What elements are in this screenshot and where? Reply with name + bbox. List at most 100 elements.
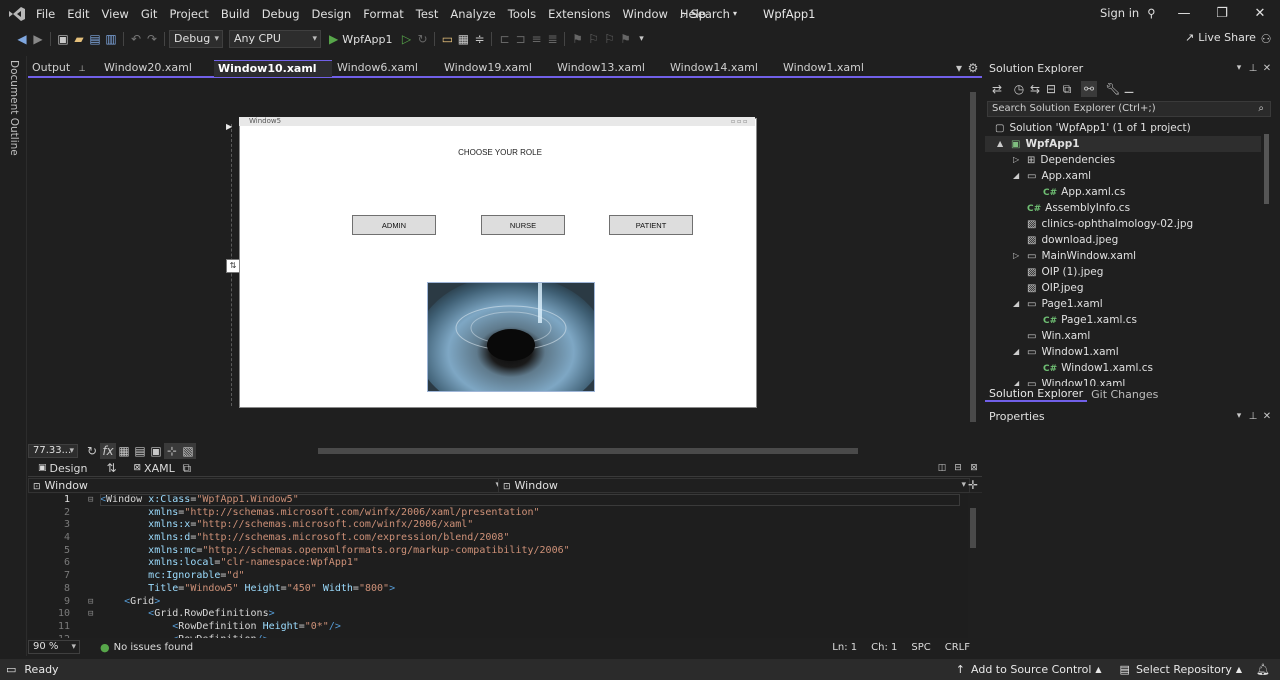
expand-arrow-icon[interactable]: ▷ — [1013, 248, 1019, 264]
tab-git-changes[interactable]: Git Changes — [1087, 388, 1162, 401]
code-line[interactable]: 6 xmlns:local="clr-namespace:WpfApp1" — [28, 557, 968, 570]
fold-toggle-icon[interactable]: ⊟ — [88, 596, 93, 609]
next-bookmark-icon[interactable]: ⚐ — [601, 31, 617, 47]
tree-item[interactable]: ◢ ▭ App.xaml — [985, 168, 1261, 184]
patient-button[interactable]: PATIENT — [609, 215, 693, 235]
nurse-button[interactable]: NURSE — [481, 215, 565, 235]
tree-item[interactable]: ▷ ▭ MainWindow.xaml — [985, 248, 1261, 264]
expand-arrow-icon[interactable]: ▷ — [1013, 152, 1019, 168]
undo-icon[interactable]: ↶ — [128, 31, 144, 47]
forward-icon[interactable]: ▶ — [30, 31, 46, 47]
vertical-split-icon[interactable]: ◫ — [934, 460, 950, 476]
close-button[interactable]: ✕ — [1241, 0, 1279, 28]
sync-icon[interactable]: ⇆ — [1027, 81, 1043, 97]
hot-reload-icon[interactable]: ↻ — [414, 31, 430, 47]
tree-item[interactable]: ▨ download.jpeg — [985, 232, 1261, 248]
clear-bookmarks-icon[interactable]: ⚑ — [617, 31, 633, 47]
tree-item[interactable]: ▲ ▣ WpfApp1 — [985, 136, 1261, 152]
save-icon[interactable]: ▤ — [87, 31, 103, 47]
expand-arrow-icon[interactable]: ▲ — [997, 136, 1003, 152]
tree-item[interactable]: ▨ OIP.jpeg — [985, 280, 1261, 296]
platform-select[interactable]: Any CPU — [229, 30, 321, 48]
tree-item[interactable]: ▨ clinics-ophthalmology-02.jpg — [985, 216, 1261, 232]
fold-toggle-icon[interactable]: ⊟ — [88, 608, 93, 621]
tree-item[interactable]: ◢ ▭ Window1.xaml — [985, 344, 1261, 360]
tree-item[interactable]: ▷ ⊞ Dependencies — [985, 152, 1261, 168]
effects-icon[interactable]: fx — [100, 443, 116, 459]
maximize-button[interactable]: ❐ — [1203, 0, 1241, 28]
xaml-code-editor[interactable]: 1 <Window x:Class="WpfApp1.Window5" 2 xmln… — [28, 494, 968, 638]
menu-git[interactable]: Git — [135, 0, 164, 28]
designer-vertical-scrollbar[interactable] — [968, 80, 978, 440]
live-share-button[interactable]: ↗ Live Share — [1185, 31, 1256, 44]
refresh-icon[interactable]: ↻ — [84, 443, 100, 459]
properties-wrench-icon[interactable]: 🔧︎ — [1105, 81, 1121, 97]
expand-arrow-icon[interactable]: ◢ — [1013, 168, 1019, 184]
layout-icon[interactable]: ▦ — [455, 31, 471, 47]
menu-debug[interactable]: Debug — [256, 0, 306, 28]
popout-icon[interactable]: ⧉ — [179, 460, 195, 476]
menu-file[interactable]: File — [30, 0, 61, 28]
save-all-icon[interactable]: ▥ — [103, 31, 119, 47]
indent-icon[interactable]: ≡ — [528, 31, 544, 47]
collapse-pane-icon[interactable]: ⊠ — [966, 460, 982, 476]
solution-explorer-search[interactable]: Search Solution Explorer (Ctrl+;) ⌕ — [987, 101, 1271, 117]
tree-item[interactable]: ▭ Win.xaml — [985, 328, 1261, 344]
tab-list-icon[interactable]: ▾ — [953, 60, 965, 76]
snap-lines-icon[interactable]: ⊹ — [164, 443, 180, 459]
tab-window13-xaml[interactable]: Window13.xaml — [553, 60, 645, 76]
outdent-icon[interactable]: ≣ — [544, 31, 560, 47]
run-button[interactable]: ▶ WpfApp1 — [329, 32, 392, 46]
start-without-debugging-icon[interactable]: ▷ — [398, 31, 414, 47]
snap-grid-icon[interactable]: ▤ — [132, 443, 148, 459]
code-line[interactable]: 1 <Window x:Class="WpfApp1.Window5" — [28, 494, 968, 507]
minimize-button[interactable]: — — [1165, 0, 1203, 28]
menu-analyze[interactable]: Analyze — [444, 0, 501, 28]
admin-button[interactable]: ADMIN — [352, 215, 436, 235]
redo-icon[interactable]: ↷ — [144, 31, 160, 47]
align-left-icon[interactable]: ⊏ — [496, 31, 512, 47]
panel-close-icon[interactable]: ✕ — [1259, 60, 1275, 76]
menu-window[interactable]: Window — [617, 0, 674, 28]
artboard-icon[interactable]: ▣ — [148, 443, 164, 459]
new-item-icon[interactable]: ▣ — [55, 31, 71, 47]
tab-window1-xaml[interactable]: Window1.xaml — [779, 60, 864, 76]
tab-window14-xaml[interactable]: Window14.xaml — [666, 60, 758, 76]
prev-bookmark-icon[interactable]: ⚐ — [585, 31, 601, 47]
device-icon[interactable]: ▧ — [180, 443, 196, 459]
tree-item[interactable]: C# Window1.xaml.cs — [985, 360, 1261, 376]
expand-arrow-icon[interactable]: ◢ — [1013, 376, 1019, 386]
menu-tools[interactable]: Tools — [502, 0, 542, 28]
feedback-icon[interactable]: ⚇ — [1258, 31, 1274, 47]
document-outline-tab[interactable]: Document Outline — [8, 60, 20, 156]
align-right-icon[interactable]: ⊐ — [512, 31, 528, 47]
horizontal-split-icon[interactable]: ⊟ — [950, 460, 966, 476]
whitespace-mode[interactable]: SPC — [911, 642, 930, 653]
select-repository-button[interactable]: Select Repository — [1136, 663, 1232, 676]
fold-toggle-icon[interactable]: ⊟ — [88, 494, 93, 507]
collapse-all-icon[interactable]: ⊟ — [1043, 81, 1059, 97]
tab-output[interactable]: Output ⊥ — [28, 60, 86, 76]
panel-close-icon[interactable]: ✕ — [1259, 408, 1275, 424]
menu-extensions[interactable]: Extensions — [542, 0, 616, 28]
code-line[interactable]: 11 <RowDefinition Height="0*"/> — [28, 621, 968, 634]
expand-arrow-icon[interactable]: ◢ — [1013, 344, 1019, 360]
code-line[interactable]: 4 xmlns:d="http://schemas.microsoft.com/… — [28, 532, 968, 545]
pin-icon[interactable]: ⊥ — [76, 64, 86, 73]
tree-item[interactable]: ▢ Solution 'WpfApp1' (1 of 1 project) — [985, 120, 1261, 136]
menu-format[interactable]: Format — [357, 0, 410, 28]
menu-design[interactable]: Design — [306, 0, 358, 28]
settings-gear-icon[interactable]: ⚙ — [967, 60, 979, 76]
more-options-icon[interactable]: ⚊ — [1121, 81, 1137, 97]
filter-icon[interactable]: ≑ — [471, 31, 487, 47]
code-vertical-scrollbar[interactable] — [968, 500, 978, 636]
code-line[interactable]: 5 xmlns:mc="http://schemas.openxmlformat… — [28, 545, 968, 558]
tree-item[interactable]: ◢ ▭ Window10.xaml — [985, 376, 1261, 386]
grid-icon[interactable]: ▦ — [116, 443, 132, 459]
swap-panes-icon[interactable]: ⇅ — [104, 460, 120, 476]
toolbar-overflow-icon[interactable]: ▾ — [633, 31, 649, 47]
code-line[interactable]: 9 <Grid> — [28, 596, 968, 609]
tree-item[interactable]: C# App.xaml.cs — [985, 184, 1261, 200]
grid-adorner-icon[interactable]: ⇅ — [226, 259, 240, 273]
code-line[interactable]: 2 xmlns="http://schemas.microsoft.com/wi… — [28, 507, 968, 520]
